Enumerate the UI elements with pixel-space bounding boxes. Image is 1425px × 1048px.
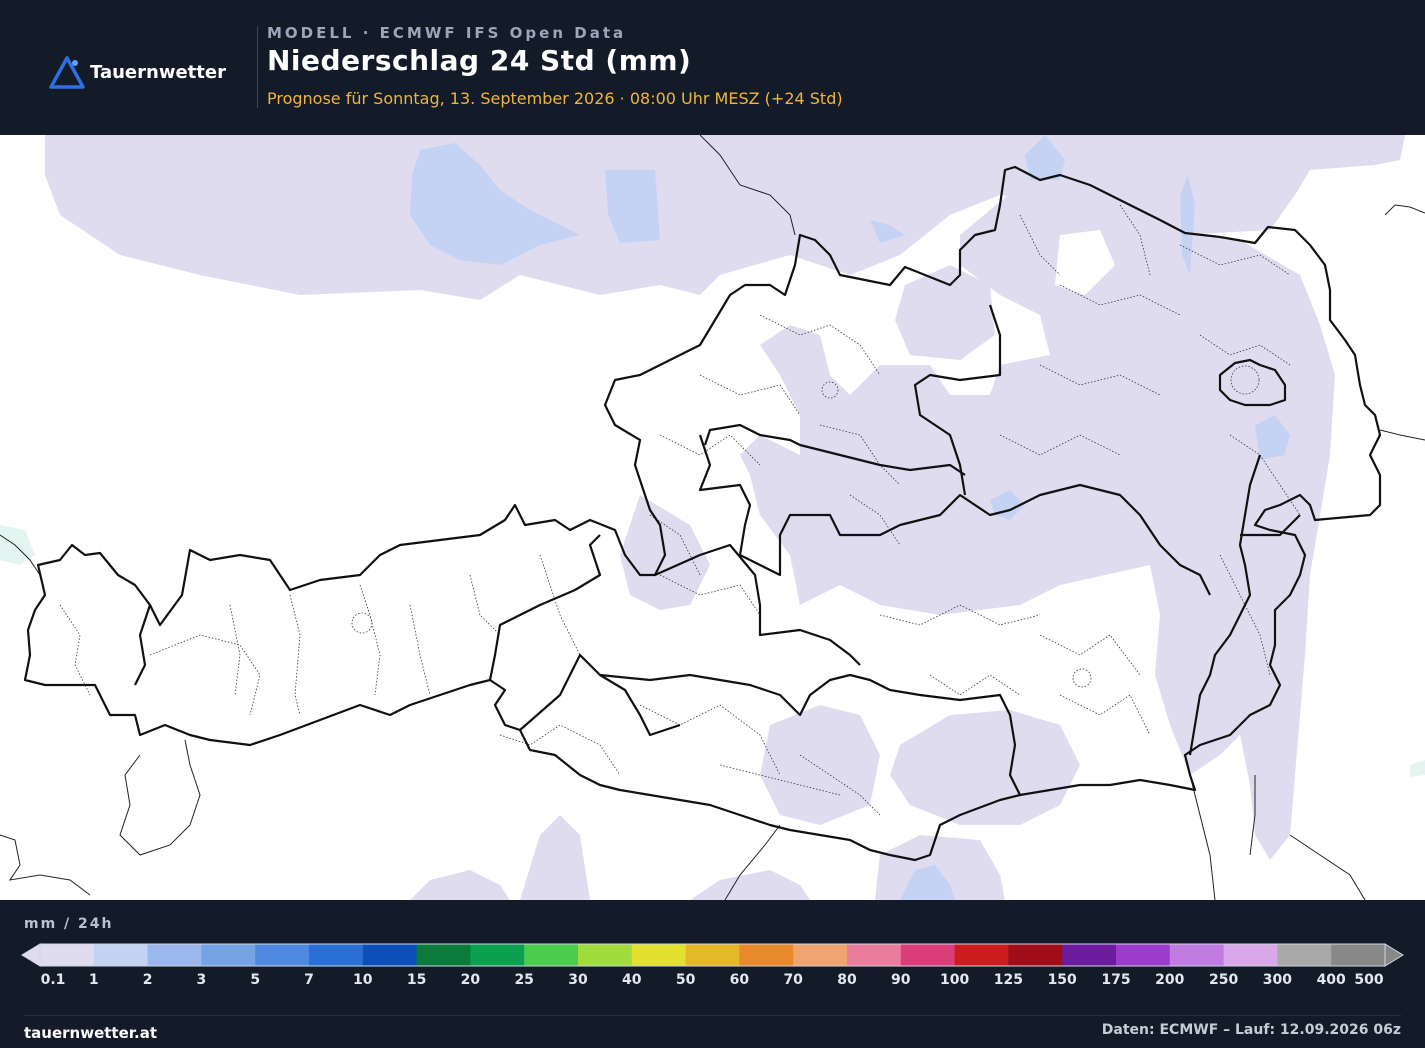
legend-swatch	[739, 944, 794, 966]
legend-swatch	[1277, 944, 1332, 966]
legend-tick-label: 80	[837, 972, 857, 988]
legend-tick-label: 250	[1208, 972, 1239, 988]
legend-tick-label: 150	[1047, 972, 1077, 988]
legend-tick-label: 60	[729, 972, 750, 988]
map-canvas	[0, 135, 1425, 900]
legend-swatch	[1331, 944, 1386, 966]
legend-arrow-high	[1384, 943, 1404, 967]
precipitation-map[interactable]	[0, 135, 1425, 900]
site-link[interactable]: tauernwetter.at	[24, 1024, 157, 1042]
legend-swatch	[793, 944, 848, 966]
legend-tick-label: 20	[460, 972, 481, 988]
legend-tick-label: 5	[250, 972, 261, 988]
legend-swatch	[900, 944, 956, 966]
legend-swatch	[1223, 944, 1278, 966]
mountain-logo-icon	[49, 56, 85, 89]
legend-swatch	[1116, 944, 1171, 966]
legend: mm / 24h 0.1 1 2 3 5 7 10 15 20 25 30 40 50 60 70 80 90 1…	[0, 900, 1425, 1048]
legend-tick-label: 125	[993, 972, 1024, 988]
legend-tick-label: 50	[675, 972, 696, 988]
legend-swatch	[40, 944, 95, 966]
legend-tick-label: 15	[406, 972, 427, 988]
header: Tauernwetter MODELL · ECMWF IFS Open Dat…	[0, 0, 1425, 135]
legend-swatch	[1008, 944, 1063, 966]
legend-swatch	[685, 944, 740, 966]
legend-swatch	[847, 944, 902, 966]
legend-tick-label: 500	[1354, 972, 1384, 988]
legend-tick-label: 100	[939, 972, 970, 988]
legend-tick-label: 25	[514, 972, 534, 988]
legend-tick-label: 200	[1155, 972, 1185, 988]
page-title: Niederschlag 24 Std (mm)	[267, 44, 692, 77]
legend-tick-label: 0.1	[40, 972, 66, 988]
precipitation-areas	[45, 135, 1405, 900]
legend-tick-label: 70	[783, 972, 803, 988]
legend-swatch	[201, 944, 256, 966]
legend-swatch	[578, 944, 633, 966]
legend-tick-label: 7	[304, 972, 314, 988]
legend-swatch	[147, 944, 202, 966]
legend-tick-label: 30	[568, 972, 588, 988]
model-label: MODELL · ECMWF IFS Open Data	[267, 24, 627, 42]
legend-colorbar	[21, 943, 1404, 967]
legend-swatch	[93, 944, 149, 966]
legend-tick-label: 400	[1316, 972, 1346, 988]
legend-tick-label: 40	[622, 972, 642, 988]
forecast-subtitle: Prognose für Sonntag, 13. September 2026…	[267, 89, 843, 108]
footer-divider	[24, 1015, 1401, 1016]
brand-logo[interactable]: Tauernwetter	[48, 54, 226, 90]
legend-tick-label: 3	[196, 972, 207, 988]
legend-swatch	[470, 944, 525, 966]
header-divider	[257, 26, 258, 108]
legend-tick-label: 90	[891, 972, 911, 988]
legend-swatch	[309, 944, 364, 966]
legend-arrow-low	[21, 943, 41, 967]
legend-swatch	[631, 944, 687, 966]
legend-tick-label: 300	[1262, 972, 1293, 988]
legend-swatch	[255, 944, 310, 966]
legend-tick-label: 2	[142, 972, 153, 988]
legend-swatch	[524, 944, 579, 966]
legend-swatch	[1169, 944, 1225, 966]
legend-swatch	[362, 944, 418, 966]
legend-swatch	[954, 944, 1009, 966]
legend-tick-label: 1	[88, 972, 99, 988]
legend-tick-label: 10	[353, 972, 373, 988]
legend-swatch	[1062, 944, 1117, 966]
brand-name: Tauernwetter	[90, 61, 226, 83]
legend-unit: mm / 24h	[24, 916, 114, 932]
legend-tick-label: 175	[1101, 972, 1131, 988]
legend-swatch	[416, 944, 471, 966]
data-source: Daten: ECMWF – Lauf: 12.09.2026 06z	[1101, 1022, 1401, 1038]
